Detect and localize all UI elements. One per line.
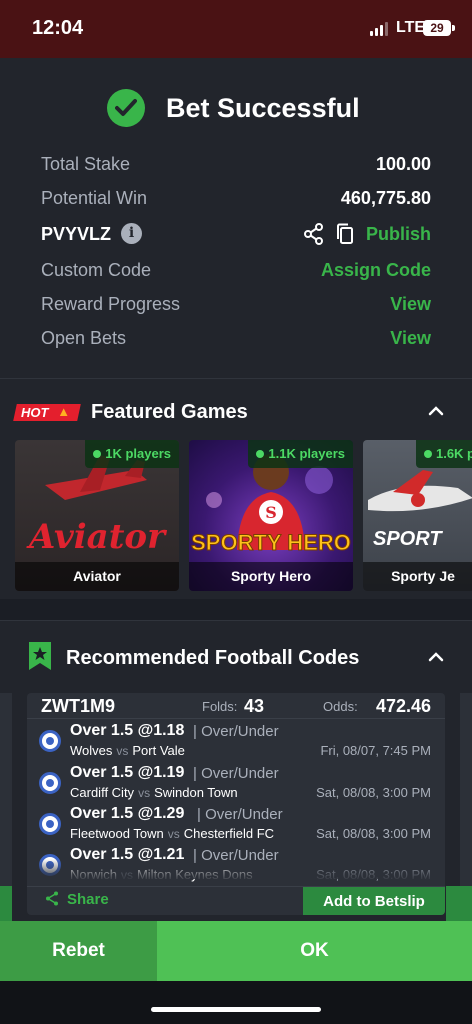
custom-code-label: Custom Code bbox=[41, 260, 152, 280]
hot-badge-label: HOT bbox=[21, 405, 49, 420]
selection-market: | Over/Under bbox=[197, 806, 283, 823]
ok-button[interactable]: OK bbox=[157, 921, 472, 981]
featured-games-section: HOT ▲ Featured Games Aviator 1K players … bbox=[0, 378, 472, 599]
hot-badge: HOT ▲ bbox=[13, 404, 81, 421]
selection-pick: Over 1.5 @1.18 bbox=[70, 722, 185, 739]
game-card-sporty-jet[interactable]: SPORT 1.6K p Sporty Je bbox=[363, 440, 472, 591]
prev-card-action[interactable] bbox=[0, 886, 12, 921]
football-icon bbox=[39, 813, 61, 835]
reward-progress-row: Reward Progress View bbox=[41, 292, 431, 316]
chevron-up-icon[interactable] bbox=[428, 651, 444, 663]
publish-link[interactable]: Publish bbox=[366, 224, 431, 245]
odds-value: 472.46 bbox=[375, 696, 431, 716]
share-icon bbox=[46, 891, 58, 906]
football-icon bbox=[39, 730, 61, 752]
battery-tip bbox=[452, 25, 455, 31]
code-card[interactable]: ZWT1M9 Folds: 43 Odds: 472.46 Over 1.5 @… bbox=[27, 693, 445, 915]
folds-value: 43 bbox=[244, 696, 265, 716]
code-card-header: ZWT1M9 Folds: 43 Odds: 472.46 bbox=[27, 693, 445, 719]
potential-win-label: Potential Win bbox=[41, 188, 148, 208]
list-fade bbox=[27, 859, 445, 879]
open-bets-view-link[interactable]: View bbox=[390, 328, 431, 349]
code-card-footer: Share Add to Betslip bbox=[27, 886, 445, 915]
share-label: Share bbox=[67, 891, 109, 908]
bet-success-panel: Bet Successful Total Stake 100.00 Potent… bbox=[0, 58, 472, 378]
players-count: 1K players bbox=[85, 440, 179, 468]
reward-progress-view-link[interactable]: View bbox=[390, 294, 431, 315]
total-stake-label: Total Stake bbox=[41, 154, 131, 174]
selection-teams: Fleetwood Town vs Chesterfield FC bbox=[70, 826, 275, 841]
game-name: Sporty Hero bbox=[189, 562, 353, 591]
prev-code-card[interactable] bbox=[0, 693, 12, 915]
selection-pick: Over 1.5 @1.19 bbox=[70, 764, 185, 781]
bottom-action-bar: Rebet OK bbox=[0, 921, 472, 981]
chevron-up-icon[interactable] bbox=[428, 405, 444, 417]
players-count: 1.6K p bbox=[415, 440, 472, 468]
home-indicator-area bbox=[0, 981, 472, 1024]
game-card-aviator[interactable]: Aviator 1K players Aviator bbox=[15, 440, 179, 591]
battery-icon: 29 bbox=[423, 20, 451, 36]
players-count: 1.1K players bbox=[248, 440, 353, 468]
custom-code-row: Custom Code Assign Code bbox=[41, 258, 431, 282]
game-name: Sporty Je bbox=[363, 562, 472, 591]
game-card-sporty-hero[interactable]: S SPORTY HERO 1.1K players Sporty Hero bbox=[189, 440, 353, 591]
selection-teams: Cardiff City vs Swindon Town bbox=[70, 785, 238, 800]
selection-kickoff: Sat, 08/08, 3:00 PM bbox=[316, 785, 431, 800]
copy-icon[interactable] bbox=[336, 223, 354, 245]
network-type: LTE bbox=[396, 19, 426, 36]
selection-row: Over 1.5 @1.29 | Over/Under Fleetwood To… bbox=[27, 804, 445, 846]
football-icon bbox=[39, 772, 61, 794]
signal-icon bbox=[370, 22, 388, 36]
game-name: Aviator bbox=[15, 562, 179, 591]
reward-progress-label: Reward Progress bbox=[41, 294, 181, 314]
open-bets-label: Open Bets bbox=[41, 328, 127, 348]
booking-code: PVYVLZ bbox=[41, 224, 112, 244]
selection-market: | Over/Under bbox=[193, 723, 279, 740]
sporty-jet-art-text: SPORT bbox=[373, 528, 443, 550]
total-stake-value: 100.00 bbox=[375, 154, 431, 174]
next-code-card[interactable] bbox=[460, 693, 472, 915]
add-to-betslip-button[interactable]: Add to Betslip bbox=[303, 887, 445, 915]
odds-label: Odds: bbox=[323, 699, 358, 714]
aviator-art-text: Aviator bbox=[26, 517, 167, 557]
folds-label: Folds: bbox=[202, 699, 238, 714]
selection-kickoff: Sat, 08/08, 3:00 PM bbox=[316, 826, 431, 841]
recommended-codes-section: Recommended Football Codes ZWT1M9 Folds:… bbox=[0, 620, 472, 932]
featured-games-title: Featured Games bbox=[91, 401, 248, 423]
total-stake-row: Total Stake 100.00 bbox=[41, 152, 431, 176]
svg-text:S: S bbox=[265, 503, 277, 522]
selection-market: | Over/Under bbox=[193, 765, 279, 782]
rebet-button[interactable]: Rebet bbox=[0, 921, 157, 981]
booking-code-row: PVYVLZ i Publish bbox=[41, 222, 431, 246]
selection-kickoff: Fri, 08/07, 7:45 PM bbox=[320, 743, 431, 758]
success-title: Bet Successful bbox=[166, 93, 360, 123]
next-card-action[interactable] bbox=[446, 886, 472, 921]
open-bets-row: Open Bets View bbox=[41, 326, 431, 350]
assign-code-link[interactable]: Assign Code bbox=[321, 260, 431, 281]
sporty-hero-art-text: SPORTY HERO bbox=[191, 530, 351, 555]
selection-row: Over 1.5 @1.18 | Over/Under Wolves vs Port… bbox=[27, 721, 445, 763]
code-id: ZWT1M9 bbox=[41, 696, 115, 716]
bookmark-star-icon bbox=[29, 642, 51, 670]
check-circle-icon bbox=[107, 89, 145, 127]
flame-icon: ▲ bbox=[57, 404, 71, 419]
status-bar: 12:04 LTE 29 bbox=[0, 0, 472, 58]
potential-win-value: 460,775.80 bbox=[340, 188, 431, 208]
selection-pick: Over 1.5 @1.29 bbox=[70, 805, 185, 822]
selection-row: Over 1.5 @1.19 | Over/Under Cardiff City… bbox=[27, 763, 445, 805]
recommended-codes-title: Recommended Football Codes bbox=[66, 647, 360, 669]
share-button[interactable]: Share bbox=[45, 891, 109, 908]
potential-win-row: Potential Win 460,775.80 bbox=[41, 186, 431, 210]
share-icon[interactable] bbox=[304, 223, 324, 245]
selection-teams: Wolves vs Port Vale bbox=[70, 743, 185, 758]
home-indicator[interactable] bbox=[151, 1007, 321, 1012]
clock: 12:04 bbox=[32, 17, 84, 39]
info-icon[interactable]: i bbox=[121, 223, 142, 244]
